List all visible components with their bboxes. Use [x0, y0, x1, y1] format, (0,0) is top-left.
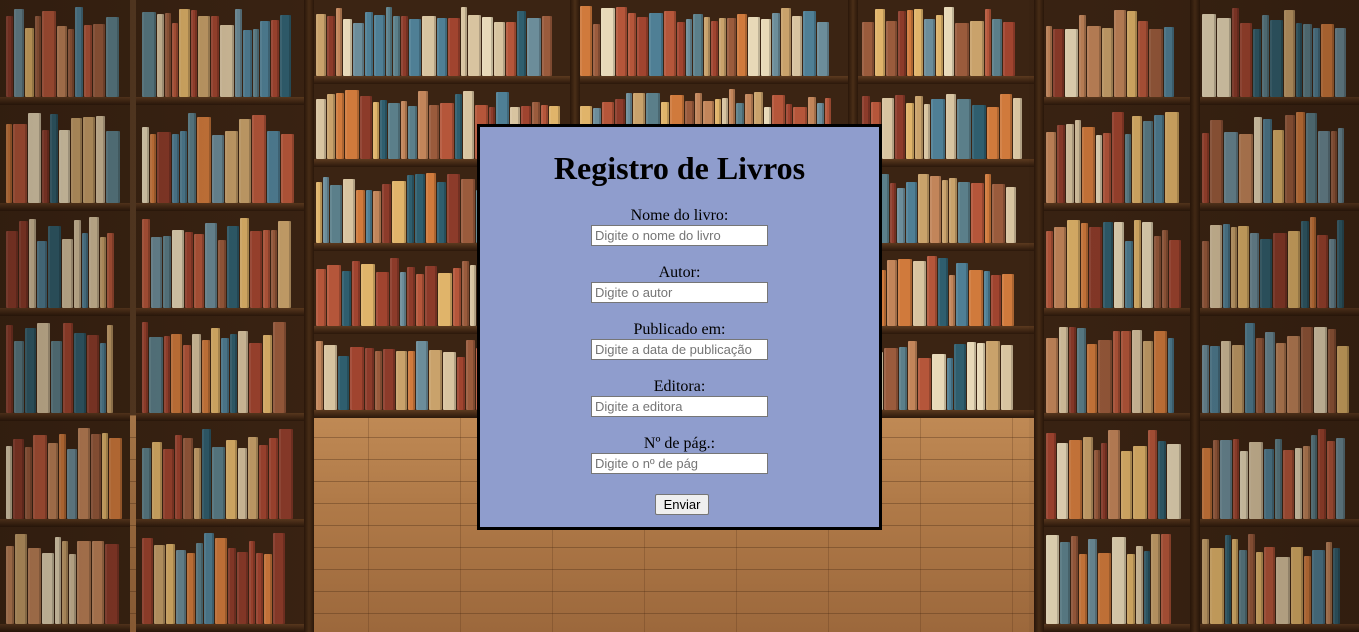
book-name-field-group: Nome do livro:	[480, 207, 879, 246]
publisher-field-group: Editora:	[480, 378, 879, 417]
book-name-input[interactable]	[591, 225, 768, 246]
page-count-label: Nº de pág.:	[643, 435, 716, 452]
page-count-input[interactable]	[591, 453, 768, 474]
bookshelf	[136, 0, 304, 632]
bookshelf	[1196, 0, 1359, 632]
publisher-input[interactable]	[591, 396, 768, 417]
book-registration-form: Registro de Livros Nome do livro: Autor:…	[477, 124, 882, 530]
publisher-label: Editora:	[653, 378, 706, 395]
author-label: Autor:	[658, 264, 701, 281]
submit-button[interactable]: Enviar	[655, 494, 709, 515]
page-count-field-group: Nº de pág.:	[480, 435, 879, 474]
bookshelf	[1040, 0, 1190, 632]
book-name-label: Nome do livro:	[630, 207, 729, 224]
published-date-input[interactable]	[591, 339, 768, 360]
published-date-label: Publicado em:	[633, 321, 726, 338]
published-date-field-group: Publicado em:	[480, 321, 879, 360]
page-title: Registro de Livros	[553, 150, 806, 186]
bookshelf	[0, 0, 130, 632]
author-input[interactable]	[591, 282, 768, 303]
author-field-group: Autor:	[480, 264, 879, 303]
bookshelf	[856, 0, 1034, 418]
